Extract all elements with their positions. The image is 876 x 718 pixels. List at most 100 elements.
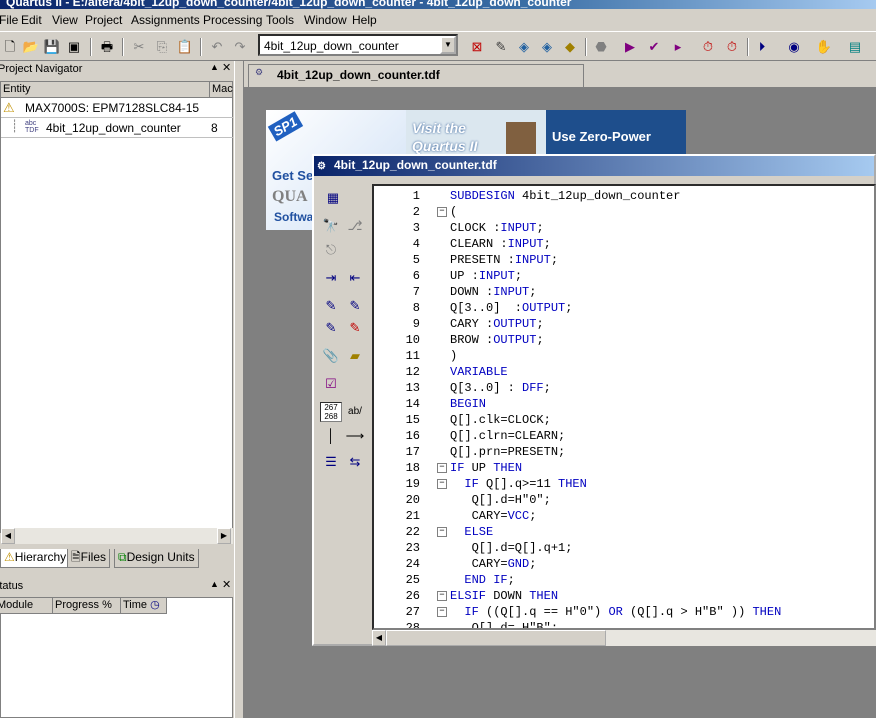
- new-file-icon[interactable]: 🗋: [0, 37, 20, 57]
- code-line[interactable]: IF ((Q[].q == H"0") OR (Q[].q > H"B" )) …: [450, 604, 781, 620]
- start-compile-icon[interactable]: ▶: [620, 37, 640, 57]
- arrow-right-icon[interactable]: ⟶: [344, 426, 366, 446]
- replace-icon[interactable]: ⎇: [344, 216, 366, 236]
- timing-icon[interactable]: ⏱: [698, 37, 718, 57]
- bookmark-icon[interactable]: ✎: [320, 296, 342, 316]
- close-icon[interactable]: ✕: [222, 61, 231, 74]
- code-line[interactable]: VARIABLE: [450, 364, 508, 380]
- code-line[interactable]: Q[].prn=PRESETN;: [450, 444, 565, 460]
- block-comment-icon[interactable]: ▰: [344, 346, 366, 366]
- attach-icon[interactable]: 📎: [320, 346, 342, 366]
- menu-assignments[interactable]: Assignments: [131, 13, 200, 27]
- find-icon[interactable]: 🔭: [320, 216, 342, 236]
- compiler-icon[interactable]: ⊠: [467, 37, 487, 57]
- programmer-icon[interactable]: ✋: [814, 37, 834, 57]
- tab-tdf-document[interactable]: ⚙ 4bit_12up_down_counter.tdf: [248, 64, 584, 87]
- col-time[interactable]: Time ◷: [121, 598, 167, 614]
- save-all-icon[interactable]: ▣: [64, 37, 84, 57]
- entity-combo[interactable]: 4bit_12up_down_counter ▼: [258, 34, 458, 56]
- paste-icon[interactable]: 📋: [175, 37, 195, 57]
- code-line[interactable]: BROW :OUTPUT;: [450, 332, 544, 348]
- panel-collapse-icon[interactable]: ▲: [210, 579, 219, 589]
- save-icon[interactable]: 💾: [42, 37, 62, 57]
- code-line[interactable]: SUBDESIGN 4bit_12up_down_counter: [450, 188, 680, 204]
- code-line[interactable]: ELSE: [450, 524, 493, 540]
- list-item[interactable]: ┊ abc TDF 4bit_12up_down_counter 8: [1, 119, 233, 138]
- menu-view[interactable]: View: [52, 13, 78, 27]
- report-icon[interactable]: ◉: [784, 37, 804, 57]
- menu-window[interactable]: Window: [304, 13, 347, 27]
- pen-icon[interactable]: ✎: [491, 37, 511, 57]
- panel-collapse-icon[interactable]: ▲: [210, 62, 219, 72]
- code-line[interactable]: CLOCK :INPUT;: [450, 220, 544, 236]
- undo-icon[interactable]: ↶: [207, 37, 227, 57]
- chip-editor-icon[interactable]: ▤: [845, 37, 865, 57]
- tab-hierarchy[interactable]: ⚠Hierarchy: [0, 549, 71, 568]
- code-line[interactable]: IF Q[].q>=11 THEN: [450, 476, 586, 492]
- panel-splitter[interactable]: [234, 61, 244, 718]
- bookmark-prev-icon[interactable]: ✎: [320, 318, 342, 338]
- scroll-left-icon[interactable]: ◀: [1, 528, 15, 544]
- fold-toggle-icon[interactable]: −: [437, 591, 447, 601]
- open-file-icon[interactable]: 📂: [21, 37, 41, 57]
- editor-title-bar[interactable]: ⚙ 4bit_12up_down_counter.tdf: [314, 156, 874, 176]
- redo-icon[interactable]: ↷: [230, 37, 250, 57]
- code-line[interactable]: Q[].d= H"B";: [450, 620, 558, 628]
- indent-icon[interactable]: ⇥: [320, 268, 342, 288]
- list-item[interactable]: ⚠ MAX7000S: EPM7128SLC84-15: [1, 99, 233, 118]
- code-line[interactable]: Q[].d=Q[].q+1;: [450, 540, 573, 556]
- analysis-icon[interactable]: ✔: [644, 37, 664, 57]
- editor-horizontal-scrollbar[interactable]: ◀: [372, 630, 876, 646]
- list-icon[interactable]: ☰: [320, 452, 342, 472]
- code-line[interactable]: Q[3..0] : DFF;: [450, 380, 551, 396]
- fold-toggle-icon[interactable]: −: [437, 463, 447, 473]
- code-line[interactable]: ): [450, 348, 457, 364]
- code-line[interactable]: (: [450, 204, 457, 220]
- code-area[interactable]: 1 SUBDESIGN 4bit_12up_down_counter 2−(3 CLO…: [372, 184, 876, 630]
- fitter-icon[interactable]: ▸: [668, 37, 688, 57]
- scroll-thumb[interactable]: [386, 630, 606, 646]
- stop-icon[interactable]: ⬣: [591, 37, 611, 57]
- cut-icon[interactable]: ✂: [129, 37, 149, 57]
- settings-icon[interactable]: ◈: [537, 37, 557, 57]
- pin-planner-icon[interactable]: ◆: [560, 37, 580, 57]
- syntax-check-icon[interactable]: ☑: [320, 374, 342, 394]
- code-line[interactable]: ELSIF DOWN THEN: [450, 588, 558, 604]
- code-line[interactable]: Q[].d=H"0";: [450, 492, 551, 508]
- line-numbers-icon[interactable]: 267 268: [320, 402, 342, 422]
- col-module[interactable]: Module: [0, 598, 53, 614]
- menu-help[interactable]: Help: [352, 13, 377, 27]
- code-line[interactable]: UP :INPUT;: [450, 268, 522, 284]
- chevron-down-icon[interactable]: ▼: [440, 36, 456, 54]
- col-mac[interactable]: Mac: [210, 82, 233, 98]
- menu-project[interactable]: Project: [85, 13, 122, 27]
- code-line[interactable]: Q[].clrn=CLEARN;: [450, 428, 565, 444]
- code-line[interactable]: DOWN :INPUT;: [450, 284, 536, 300]
- print-icon[interactable]: 🖶: [97, 37, 117, 57]
- code-line[interactable]: CARY=VCC;: [450, 508, 537, 524]
- scroll-right-icon[interactable]: ▶: [217, 528, 231, 544]
- code-line[interactable]: Q[].clk=CLOCK;: [450, 412, 551, 428]
- close-icon[interactable]: ✕: [222, 578, 231, 591]
- bookmark-next-icon[interactable]: ✎: [344, 296, 366, 316]
- col-progress[interactable]: Progress %: [53, 598, 121, 614]
- bookmark-clear-icon[interactable]: ✎: [344, 318, 366, 338]
- tab-files[interactable]: 🗎Files: [67, 549, 110, 568]
- code-line[interactable]: BEGIN: [450, 396, 486, 412]
- fold-toggle-icon[interactable]: −: [437, 207, 447, 217]
- goto-icon[interactable]: ⎋: [320, 240, 342, 260]
- code-line[interactable]: CARY :OUTPUT;: [450, 316, 544, 332]
- code-line[interactable]: END IF;: [450, 572, 514, 588]
- fold-toggle-icon[interactable]: −: [437, 527, 447, 537]
- code-line[interactable]: CARY=GND;: [450, 556, 537, 572]
- cursor-icon[interactable]: │: [320, 426, 342, 446]
- code-line[interactable]: PRESETN :INPUT;: [450, 252, 558, 268]
- menu-tools[interactable]: Tools: [266, 13, 294, 27]
- fold-toggle-icon[interactable]: −: [437, 479, 447, 489]
- copy-icon[interactable]: ⎘: [152, 37, 172, 57]
- menu-processing[interactable]: Processing: [203, 13, 262, 27]
- list-numbered-icon[interactable]: ⇆: [344, 452, 366, 472]
- unindent-icon[interactable]: ⇤: [344, 268, 366, 288]
- menu-file[interactable]: File: [0, 13, 18, 27]
- assign-icon[interactable]: ◈: [514, 37, 534, 57]
